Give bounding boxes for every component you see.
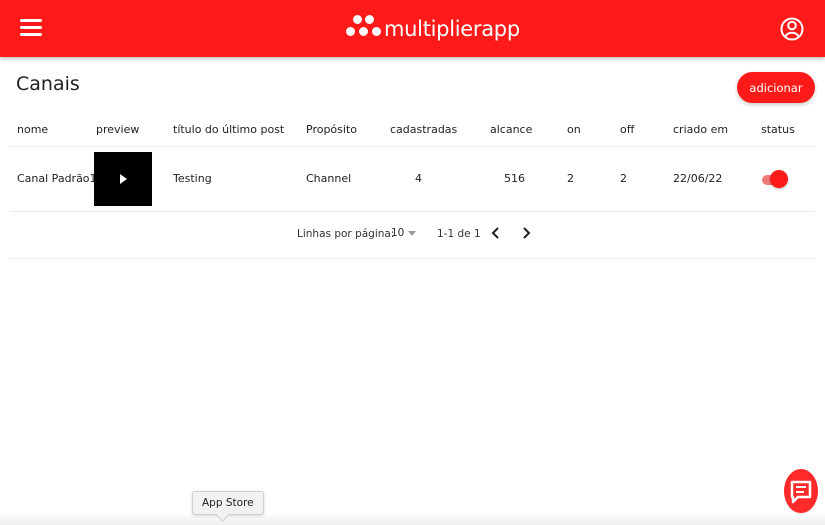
dock-edge (0, 513, 825, 525)
column-header-alcance[interactable]: alcance (490, 123, 532, 136)
column-header-criado-em[interactable]: criado em (673, 123, 728, 136)
table-row[interactable]: Canal Padrão1 Testing Channel 4 516 2 2 … (10, 147, 815, 212)
off-count: 2 (620, 172, 627, 185)
brand-name: multiplierapp (384, 17, 520, 41)
dropdown-caret-icon (408, 230, 417, 236)
column-header-preview[interactable]: preview (96, 123, 139, 136)
channel-name: Canal Padrão1 (17, 172, 97, 185)
add-channel-button[interactable]: adicionar (737, 72, 815, 103)
rows-per-page-label: Linhas por página: (297, 228, 395, 240)
rows-per-page-value: 10 (391, 227, 405, 239)
column-header-off[interactable]: off (620, 123, 634, 136)
column-header-cadastradas[interactable]: cadastradas (390, 123, 457, 136)
column-header-status[interactable]: status (761, 123, 795, 136)
chevron-left-icon[interactable] (488, 225, 504, 241)
play-icon (120, 174, 127, 184)
preview-thumbnail[interactable] (94, 152, 152, 206)
last-post-title: Testing (173, 172, 212, 185)
status-toggle-knob (770, 170, 788, 188)
column-header-nome[interactable]: nome (17, 123, 48, 136)
app-store-tooltip: App Store (192, 491, 264, 515)
on-count: 2 (567, 172, 574, 185)
column-header-on[interactable]: on (567, 123, 581, 136)
channel-purpose: Channel (306, 172, 352, 185)
chevron-right-icon[interactable] (518, 225, 534, 241)
column-header-titulo[interactable]: título do último post (173, 123, 284, 136)
user-circle-icon[interactable] (780, 15, 804, 43)
column-header-proposito[interactable]: Propósito (306, 123, 357, 136)
top-app-bar: multiplierapp (0, 0, 825, 57)
table-header: nome preview título do último post Propó… (10, 113, 815, 147)
brand-logo[interactable]: multiplierapp (344, 13, 520, 45)
status-toggle[interactable] (762, 170, 788, 190)
page-title: Canais (16, 73, 80, 95)
chat-bubble-icon[interactable] (783, 467, 819, 515)
registered-count: 4 (415, 172, 422, 185)
reach-count: 516 (504, 172, 525, 185)
pagination-range: 1-1 de 1 (437, 228, 481, 240)
table-pagination: Linhas por página: 10 1-1 de 1 (10, 212, 815, 259)
rows-per-page-select[interactable]: 10 (391, 227, 417, 239)
brand-dots-icon (344, 14, 381, 44)
channels-table: nome preview título do último post Propó… (10, 113, 815, 259)
created-date: 22/06/22 (673, 172, 723, 185)
hamburger-menu-icon[interactable] (20, 17, 44, 39)
